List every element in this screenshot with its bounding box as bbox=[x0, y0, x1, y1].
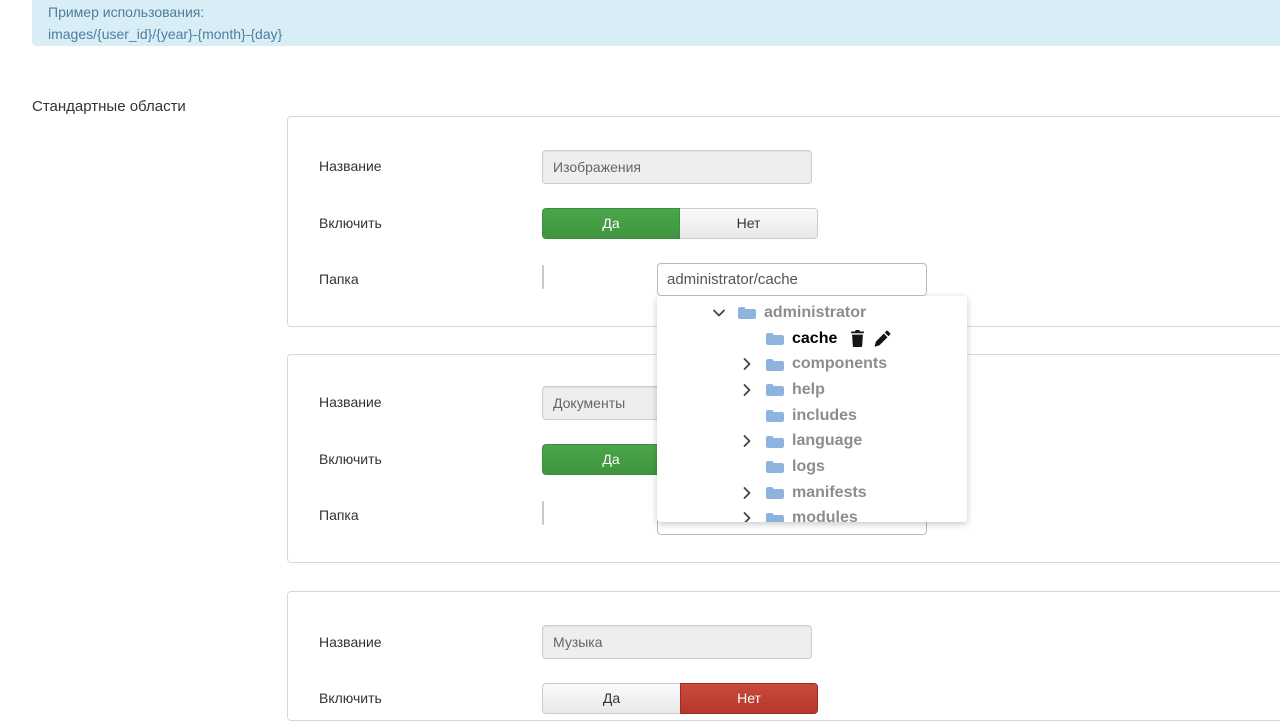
delete-folder-icon[interactable] bbox=[850, 330, 865, 347]
folder-icon bbox=[765, 511, 785, 522]
folder-icon bbox=[765, 357, 785, 373]
tree-item-modules[interactable]: modules bbox=[657, 506, 967, 523]
folder-icon bbox=[765, 434, 785, 450]
folder-icon bbox=[737, 305, 757, 321]
tree-item-label: modules bbox=[792, 509, 858, 522]
tree-item-language[interactable]: language bbox=[657, 428, 967, 454]
chevron-right-icon[interactable] bbox=[738, 512, 756, 522]
no-button[interactable]: Нет bbox=[680, 683, 818, 714]
tree-item-label: administrator bbox=[764, 304, 866, 322]
folder-icon bbox=[765, 485, 785, 501]
folder-icon bbox=[765, 331, 785, 347]
rename-folder-icon[interactable] bbox=[874, 330, 891, 347]
tree-item-components[interactable]: components bbox=[657, 351, 967, 377]
chevron-right-icon[interactable] bbox=[738, 435, 756, 447]
tree-item-label: language bbox=[792, 432, 862, 450]
chevron-right-icon[interactable] bbox=[738, 384, 756, 396]
name-label: Название bbox=[319, 158, 382, 174]
name-input bbox=[542, 150, 812, 184]
tree-item-label: components bbox=[792, 355, 887, 373]
usage-example-alert: Пример использования: images/{user_id}/{… bbox=[32, 0, 1280, 46]
tree-item-label: cache bbox=[792, 330, 837, 348]
tree-item-label: logs bbox=[792, 458, 825, 476]
yes-button[interactable]: Да bbox=[542, 208, 680, 239]
folder-label: Папка bbox=[319, 507, 359, 523]
folder-icon bbox=[765, 382, 785, 398]
tree-item-help[interactable]: help bbox=[657, 377, 967, 403]
folder-tree: administrator cache components help includes… bbox=[657, 296, 967, 522]
tree-item-logs[interactable]: logs bbox=[657, 454, 967, 480]
tree-item-label: manifests bbox=[792, 484, 867, 502]
enable-toggle: Да Нет bbox=[542, 683, 818, 714]
folder-input-left-border bbox=[542, 265, 544, 289]
enable-toggle: Да Нет bbox=[542, 208, 818, 239]
no-button[interactable]: Нет bbox=[680, 208, 818, 239]
enable-label: Включить bbox=[319, 690, 382, 706]
yes-button[interactable]: Да bbox=[542, 683, 680, 714]
media-area-panel-music: Название Включить Да Нет bbox=[287, 591, 1280, 721]
folder-icon bbox=[765, 459, 785, 475]
tree-item-label: help bbox=[792, 381, 825, 399]
name-label: Название bbox=[319, 394, 382, 410]
folder-icon bbox=[765, 408, 785, 424]
alert-title: Пример использования: bbox=[48, 1, 1280, 23]
name-input bbox=[542, 625, 812, 659]
tree-item-includes[interactable]: includes bbox=[657, 403, 967, 429]
chevron-down-icon[interactable] bbox=[710, 309, 728, 317]
tree-item-label: includes bbox=[792, 407, 857, 425]
folder-label: Папка bbox=[319, 271, 359, 287]
enable-label: Включить bbox=[319, 451, 382, 467]
chevron-right-icon[interactable] bbox=[738, 487, 756, 499]
folder-input-left-border bbox=[542, 501, 544, 525]
name-label: Название bbox=[319, 634, 382, 650]
alert-example-path: images/{user_id}/{year}-{month}-{day} bbox=[48, 23, 1280, 45]
folder-input-images[interactable] bbox=[657, 263, 927, 296]
tree-item-administrator[interactable]: administrator bbox=[657, 300, 967, 326]
section-title: Стандартные области bbox=[32, 98, 186, 115]
enable-label: Включить bbox=[319, 215, 382, 231]
chevron-right-icon[interactable] bbox=[738, 358, 756, 370]
tree-item-cache[interactable]: cache bbox=[657, 326, 967, 352]
tree-item-manifests[interactable]: manifests bbox=[657, 480, 967, 506]
